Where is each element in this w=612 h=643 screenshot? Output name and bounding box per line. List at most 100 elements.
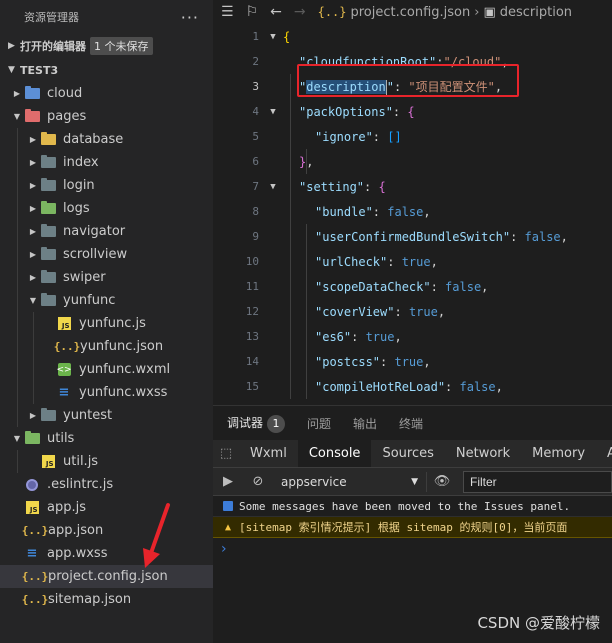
chevron-right-icon: ▶ bbox=[29, 250, 37, 259]
folder-icon bbox=[40, 270, 56, 283]
code-editor[interactable]: ☰ ⚐ ← → {..} project.config.json › ▣ des… bbox=[213, 0, 612, 405]
code-line[interactable]: 4 ▼ "packOptions": { bbox=[213, 99, 612, 124]
panel-tab[interactable]: Network bbox=[445, 440, 521, 467]
code-line[interactable]: 7 ▼ "setting": { bbox=[213, 174, 612, 199]
eye-icon[interactable]: 👁 bbox=[427, 474, 457, 489]
code-token: : bbox=[394, 304, 409, 319]
filter-input[interactable] bbox=[470, 474, 605, 489]
breadcrumb-separator: › bbox=[474, 4, 480, 20]
bookmark-icon[interactable]: ⚐ bbox=[246, 4, 259, 20]
folder-icon bbox=[40, 132, 56, 147]
folder-row[interactable]: ▼ yunfunc bbox=[0, 289, 213, 312]
file-row[interactable]: {..} app.json bbox=[0, 519, 213, 542]
code-lines[interactable]: 1 ▼{2 "cloudfunctionRoot":"/cloud", 3 "descr… bbox=[213, 24, 612, 399]
panel-tab[interactable]: Memory bbox=[521, 440, 596, 467]
folder-row[interactable]: ▼ utils bbox=[0, 427, 213, 450]
folder-row[interactable]: ▶ database bbox=[0, 128, 213, 151]
file-row[interactable]: ≡ app.wxss bbox=[0, 542, 213, 565]
sidebar-toggle-icon[interactable]: ▶ bbox=[213, 474, 243, 489]
breadcrumb-symbol[interactable]: description bbox=[500, 5, 572, 20]
filter-box[interactable] bbox=[463, 470, 612, 493]
code-token: "userConfirmedBundleSwitch" bbox=[315, 229, 511, 244]
indent-guide bbox=[17, 289, 18, 312]
fold-chevron-icon[interactable]: ▼ bbox=[263, 32, 283, 42]
code-token: : bbox=[372, 204, 388, 219]
breadcrumb-file[interactable]: project.config.json bbox=[351, 5, 471, 20]
code-line[interactable]: 11 "scopeDataCheck": false, bbox=[213, 274, 612, 299]
fold-chevron-icon[interactable]: ▼ bbox=[263, 107, 283, 117]
file-row[interactable]: .eslintrc.js bbox=[0, 473, 213, 496]
fold-chevron-icon[interactable]: ▼ bbox=[263, 182, 283, 192]
folder-row[interactable]: ▶ scrollview bbox=[0, 243, 213, 266]
chevron-right-icon: ▶ bbox=[29, 181, 37, 190]
indent-guide bbox=[17, 197, 18, 220]
explorer-header: 资源管理器 ··· bbox=[0, 0, 213, 34]
open-editors-section[interactable]: ▶ 打开的编辑器 1 个未保存 bbox=[0, 34, 213, 58]
folder-row[interactable]: ▶ swiper bbox=[0, 266, 213, 289]
file-row[interactable]: JS yunfunc.js bbox=[0, 312, 213, 335]
list-icon[interactable]: ☰ bbox=[221, 4, 234, 20]
project-section[interactable]: ▼ TEST3 bbox=[0, 58, 213, 82]
tree-item-label: utils bbox=[47, 431, 75, 446]
code-line[interactable]: 14 "postcss": true, bbox=[213, 349, 612, 374]
file-row[interactable]: {..} project.config.json bbox=[0, 565, 213, 588]
file-row[interactable]: JS util.js bbox=[0, 450, 213, 473]
folder-icon bbox=[40, 201, 56, 214]
code-line[interactable]: 6}, bbox=[213, 149, 612, 174]
debug-tab[interactable]: 终端 bbox=[399, 415, 423, 432]
code-line[interactable]: 1 ▼{ bbox=[213, 24, 612, 49]
file-row[interactable]: {..} yunfunc.json bbox=[0, 335, 213, 358]
panel-tab[interactable]: Sources bbox=[371, 440, 444, 467]
panel-tab[interactable]: Wxml bbox=[239, 440, 298, 467]
tree-item-label: cloud bbox=[47, 86, 83, 101]
code-token: "urlCheck" bbox=[315, 254, 388, 269]
folder-icon bbox=[40, 132, 56, 145]
clear-console-icon[interactable]: ⊘ bbox=[243, 474, 273, 489]
file-row[interactable]: JS app.js bbox=[0, 496, 213, 519]
folder-row[interactable]: ▶ login bbox=[0, 174, 213, 197]
file-row[interactable]: <> yunfunc.wxml bbox=[0, 358, 213, 381]
code-line[interactable]: 10 "urlCheck": true, bbox=[213, 249, 612, 274]
wxss-file-icon: ≡ bbox=[26, 546, 38, 561]
explorer-title: 资源管理器 bbox=[24, 11, 79, 24]
folder-icon bbox=[40, 224, 56, 237]
indent-guide bbox=[33, 358, 34, 381]
panel-tab[interactable]: Console bbox=[297, 440, 372, 467]
inspect-element-icon[interactable]: ⬚ bbox=[213, 440, 239, 467]
back-arrow-icon[interactable]: ← bbox=[270, 4, 282, 20]
folder-row[interactable]: ▶ yuntest bbox=[0, 404, 213, 427]
chevron-right-icon: ▶ bbox=[8, 41, 15, 51]
folder-row[interactable]: ▼ pages bbox=[0, 105, 213, 128]
code-line[interactable]: 15 "compileHotReLoad": false, bbox=[213, 374, 612, 399]
debug-tab[interactable]: 输出 bbox=[353, 415, 377, 432]
panel-tab[interactable]: A bbox=[596, 440, 612, 467]
code-line[interactable]: 13 "es6": true, bbox=[213, 324, 612, 349]
debug-tab-label: 输出 bbox=[353, 416, 378, 431]
folder-row[interactable]: ▶ index bbox=[0, 151, 213, 174]
folder-row[interactable]: ▶ cloud bbox=[0, 82, 213, 105]
console-prompt[interactable]: › bbox=[213, 538, 612, 560]
code-token: : bbox=[351, 329, 366, 344]
folder-icon bbox=[24, 109, 40, 122]
folder-icon bbox=[40, 155, 56, 170]
context-select[interactable]: appservice ▼ bbox=[273, 471, 427, 492]
debug-tab[interactable]: 问题 bbox=[307, 415, 331, 432]
forward-arrow-icon[interactable]: → bbox=[294, 4, 306, 20]
code-token: "es6" bbox=[315, 329, 352, 344]
folder-row[interactable]: ▶ navigator bbox=[0, 220, 213, 243]
code-line[interactable]: 5 "ignore": [] bbox=[213, 124, 612, 149]
code-line[interactable]: 12 "coverView": true, bbox=[213, 299, 612, 324]
folder-icon bbox=[40, 178, 56, 193]
tree-item-label: yunfunc bbox=[63, 293, 116, 308]
code-token: true bbox=[408, 304, 438, 319]
file-row[interactable]: {..} sitemap.json bbox=[0, 588, 213, 611]
more-actions-icon[interactable]: ··· bbox=[181, 8, 199, 27]
file-row[interactable]: ≡ yunfunc.wxss bbox=[0, 381, 213, 404]
code-line[interactable]: 9 "userConfirmedBundleSwitch": false, bbox=[213, 224, 612, 249]
debug-tab[interactable]: 调试器 1 bbox=[227, 414, 286, 433]
code-token: "compileHotReLoad" bbox=[315, 379, 446, 394]
json-icon: {..} bbox=[54, 340, 81, 354]
folder-row[interactable]: ▶ logs bbox=[0, 197, 213, 220]
code-line[interactable]: 8 "bundle": false, bbox=[213, 199, 612, 224]
folder-icon bbox=[24, 109, 40, 124]
